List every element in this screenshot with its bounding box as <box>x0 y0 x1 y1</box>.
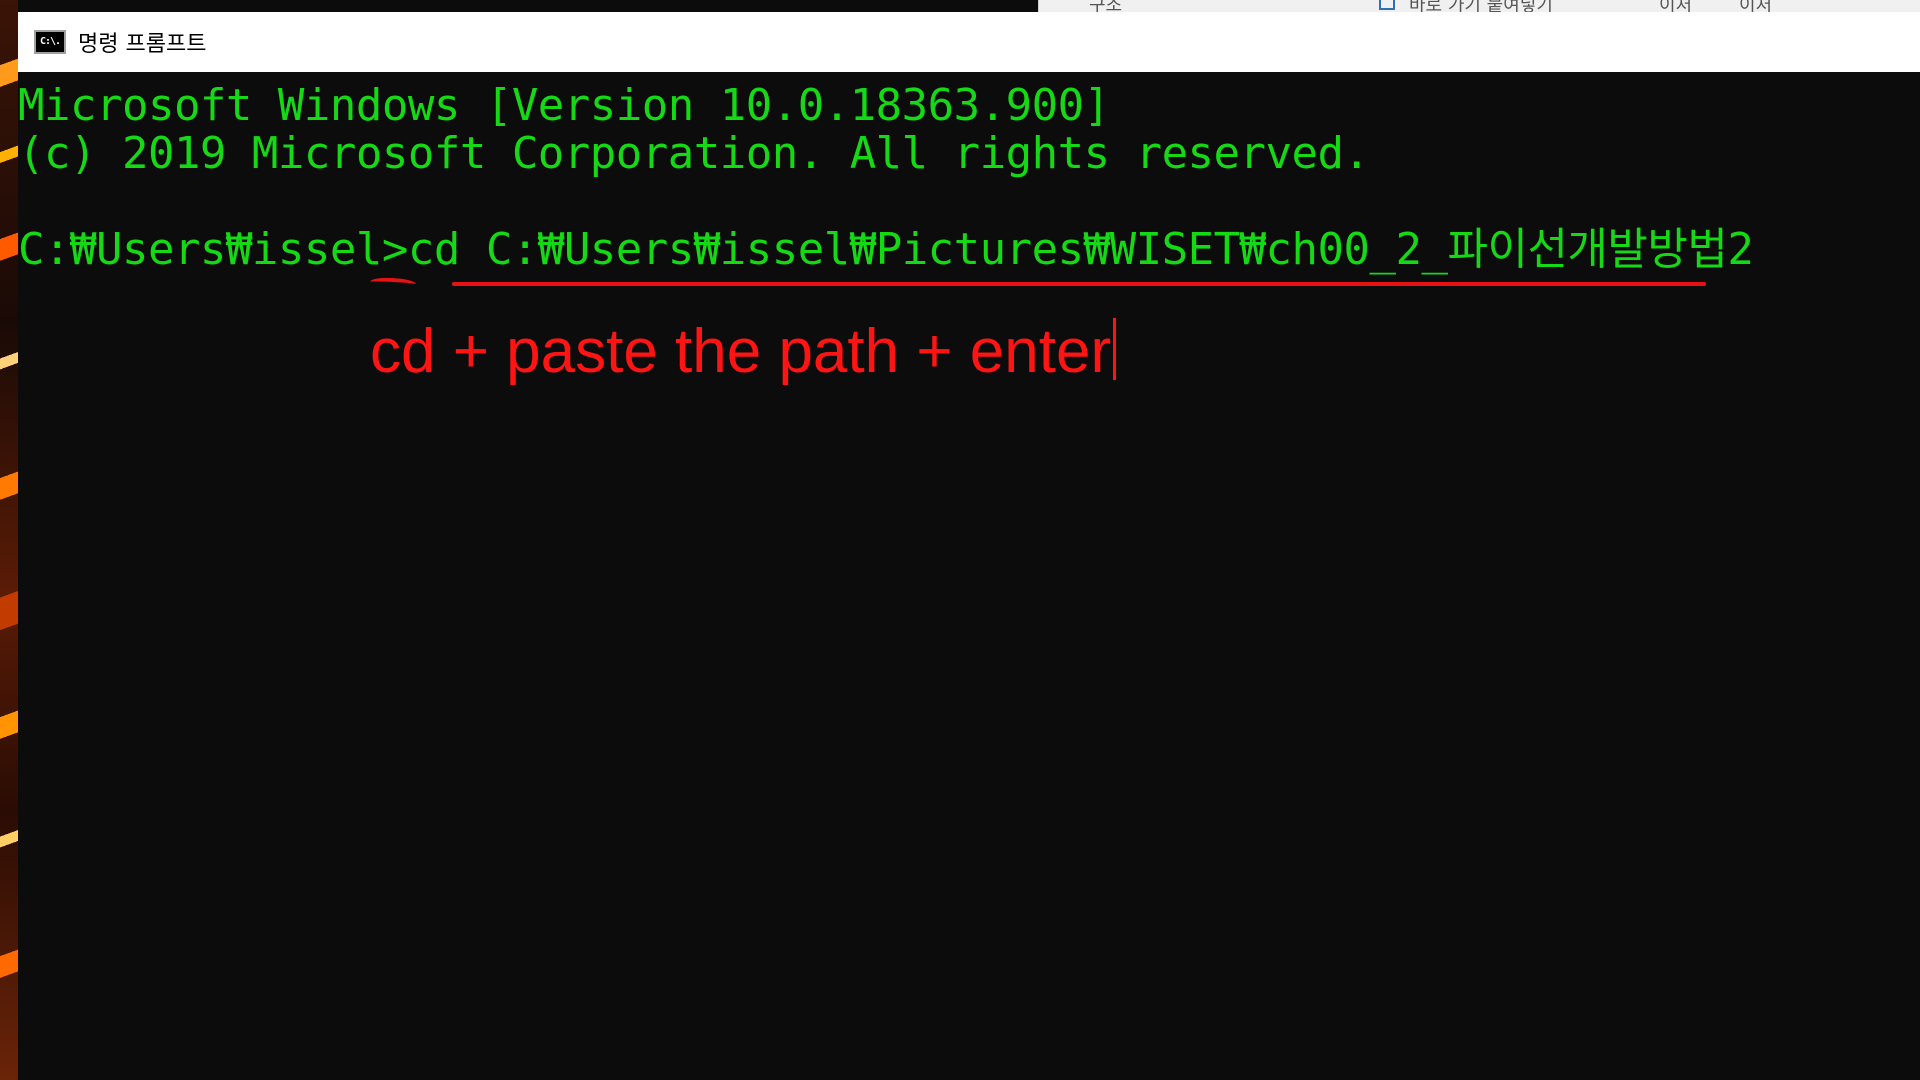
bg-ribbon-item[interactable]: 이처 <box>1739 0 1772 12</box>
screen: 구조 바로 가기 붙여넣기 이처 이처 C:\. 명령 프롬프트 Microso… <box>0 0 1920 1080</box>
command-prompt-window[interactable]: C:\. 명령 프롬프트 Microsoft Windows [Version … <box>18 12 1920 1080</box>
window-title: 명령 프롬프트 <box>78 32 207 57</box>
instruction-annotation: cd + paste the path + enter <box>370 316 1117 388</box>
prompt-text: C:₩Users₩issel> <box>18 224 408 275</box>
cd-underline-mark <box>369 276 417 290</box>
path-underline-mark <box>452 282 1706 286</box>
background-explorer-window[interactable]: 구조 바로 가기 붙여넣기 이처 이처 <box>1038 0 1920 12</box>
desktop-wallpaper <box>0 0 18 1080</box>
cd-command: cd <box>407 224 460 275</box>
cmd-app-icon[interactable]: C:\. <box>34 30 66 54</box>
copyright-line: (c) 2019 Microsoft Corporation. All righ… <box>18 128 1370 179</box>
text-caret <box>1113 318 1117 380</box>
console-output[interactable]: Microsoft Windows [Version 10.0.18363.90… <box>18 72 1920 1080</box>
path-argument: C:₩Users₩issel₩Pictures₩WISET₩ch00_2_파이선… <box>485 224 1754 275</box>
version-line: Microsoft Windows [Version 10.0.18363.90… <box>18 80 1110 131</box>
title-bar[interactable]: C:\. 명령 프롬프트 <box>18 12 1920 72</box>
bg-ribbon-item[interactable]: 바로 가기 붙여넣기 <box>1409 0 1553 12</box>
command-line: C:₩Users₩issel>cd C:₩Users₩issel₩Picture… <box>18 224 1754 275</box>
annotation-text: cd + paste the path + enter <box>370 317 1112 386</box>
paste-shortcut-icon <box>1379 0 1395 10</box>
bg-ribbon-item[interactable]: 구조 <box>1089 0 1122 12</box>
command-space <box>460 224 486 275</box>
bg-ribbon-item[interactable]: 이처 <box>1659 0 1692 12</box>
